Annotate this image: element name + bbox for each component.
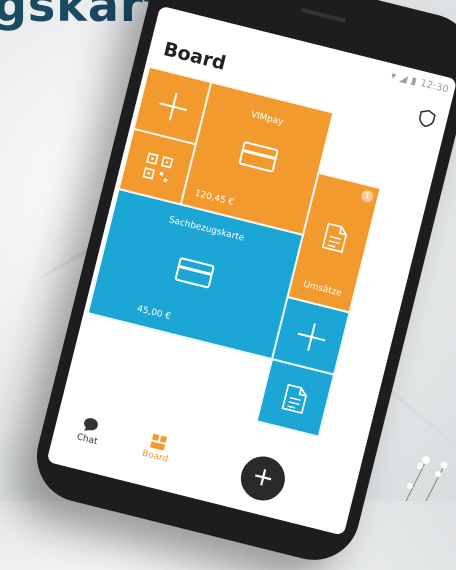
page-title: Board	[161, 38, 229, 75]
flower-decoration	[405, 456, 448, 501]
notification-badge: 1	[359, 189, 375, 204]
signal-icon: ◢	[398, 72, 409, 85]
nav-board-label: Board	[140, 448, 169, 465]
wifi-icon: ▾	[389, 70, 398, 83]
nav-board[interactable]: Board	[134, 430, 180, 467]
phone-device: ▾ ◢ ▮ 12:30 Board VIMpay 120,45 € 1 Umsä…	[27, 0, 456, 570]
nav-chat[interactable]: Chat	[66, 413, 112, 450]
chat-icon	[84, 418, 98, 431]
card-icon	[238, 140, 279, 173]
card-icon	[174, 256, 215, 289]
umsaetze-label: Umsätze	[302, 279, 343, 299]
vimpay-label: VIMpay	[249, 109, 285, 128]
board-icon	[150, 433, 168, 451]
vimpay-amount: 120,45 €	[193, 188, 235, 209]
document-icon	[281, 383, 307, 415]
sachbezugskarte-amount: 45,00 €	[135, 304, 172, 323]
scene: ▾ ◢ ▮ 12:30 Board VIMpay 120,45 € 1 Umsä…	[0, 0, 456, 570]
document-icon	[321, 222, 348, 253]
status-bar: ▾ ◢ ▮ 12:30	[389, 68, 450, 98]
card-transactions-tile[interactable]	[256, 359, 335, 437]
battery-icon: ▮	[409, 75, 418, 88]
shield-icon[interactable]	[417, 108, 437, 129]
phone-screen: ▾ ◢ ▮ 12:30 Board VIMpay 120,45 € 1 Umsä…	[46, 5, 456, 536]
qr-code-icon	[142, 152, 174, 183]
status-time: 12:30	[419, 77, 450, 96]
add-fab-button[interactable]: +	[236, 451, 290, 506]
speaker-grille	[300, 7, 347, 23]
